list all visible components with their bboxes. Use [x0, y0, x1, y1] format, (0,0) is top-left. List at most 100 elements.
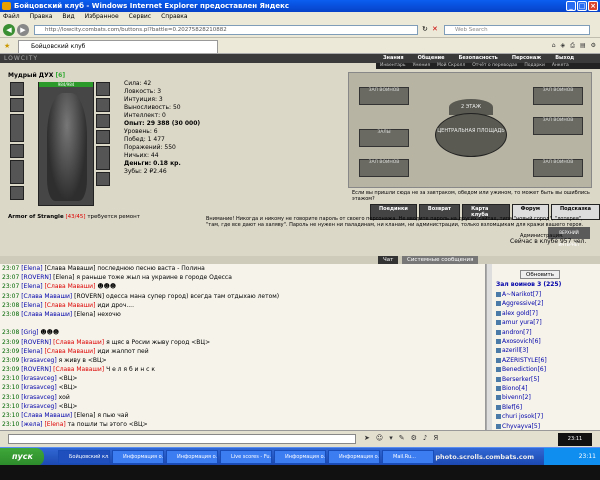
tab-combats[interactable]: Бойцовский клуб	[18, 40, 218, 53]
taskbar-task[interactable]: Mail.Ru...	[382, 450, 434, 464]
roster-item[interactable]: Aggressive[2]	[496, 300, 543, 307]
taskbar-task[interactable]: Информация о...	[166, 450, 218, 464]
menu-view[interactable]: Вид	[62, 12, 74, 22]
map-room-5[interactable]: ЗАЛ ВОИНОВ	[359, 159, 409, 177]
message-recipient[interactable]: [Elena]	[44, 421, 65, 428]
settings-icon[interactable]: ⚙	[411, 434, 417, 442]
private-message-icon[interactable]	[496, 367, 501, 373]
message-author[interactable]: [Elena]	[21, 283, 42, 290]
nav-character[interactable]: Персонаж	[505, 54, 548, 63]
map-room-2[interactable]: ЗАЛ ВОИНОВ	[533, 87, 583, 105]
boots2-slot[interactable]	[96, 172, 110, 186]
subnav-inventory[interactable]: Инвентарь	[380, 63, 406, 69]
print-icon[interactable]: ⎙	[570, 42, 575, 50]
private-message-icon[interactable]	[496, 292, 501, 297]
message-author[interactable]: [ROVERN]	[21, 339, 51, 346]
tab-chat[interactable]: Чат	[378, 256, 399, 264]
message-author[interactable]: [Слава Маваши]	[21, 311, 72, 318]
character-avatar[interactable]: 984/984	[38, 82, 94, 206]
menu-file[interactable]: Файл	[3, 12, 20, 22]
message-recipient[interactable]: [Слава Маваши]	[53, 339, 104, 346]
legs-slot[interactable]	[10, 160, 24, 184]
roster-item[interactable]: azerill[3]	[496, 347, 528, 354]
message-author[interactable]: [krasavceg]	[21, 403, 56, 410]
roster-item[interactable]: AZERISTYLE[6]	[496, 357, 547, 364]
private-message-icon[interactable]	[496, 320, 501, 326]
subnav-skills[interactable]: Умения	[413, 63, 430, 69]
address-field[interactable]: http://lowcity.combats.com/buttons.pl?ba…	[34, 25, 418, 35]
subnav-profile[interactable]: Анкета	[552, 63, 569, 69]
message-author[interactable]: [Elena]	[21, 265, 42, 272]
message-author[interactable]: [Grig]	[21, 329, 38, 336]
roster-item[interactable]: Axosovich[6]	[496, 338, 541, 345]
map-central-square[interactable]: ЦЕНТРАЛЬНАЯ ПЛОЩАДЬ	[435, 113, 507, 157]
send-icon[interactable]: ➤	[364, 434, 370, 442]
message-author[interactable]: [Elena]	[21, 348, 42, 355]
roster-item[interactable]: Berserker[5]	[496, 376, 539, 383]
helmet-slot[interactable]	[10, 82, 24, 96]
nav-exit[interactable]: Выход	[548, 54, 581, 63]
message-recipient[interactable]: [Слава Маваши]	[44, 348, 95, 355]
map-room-3[interactable]: ЗАЛ ВОИНОВ	[533, 117, 583, 135]
amulet-slot[interactable]	[96, 98, 110, 112]
subnav-gifts[interactable]: Подарки	[524, 63, 545, 69]
roster-item[interactable]: Biono[4]	[496, 385, 527, 392]
message-recipient[interactable]: [Слава Маваши]	[44, 302, 95, 309]
menu-help[interactable]: Справка	[161, 12, 187, 22]
armor-slot[interactable]	[10, 114, 24, 142]
gloves-slot[interactable]	[96, 130, 110, 144]
nav-knowledge[interactable]: Знания	[376, 54, 411, 63]
menu-edit[interactable]: Правка	[30, 12, 53, 22]
private-message-icon[interactable]	[496, 301, 501, 307]
private-message-icon[interactable]	[496, 339, 501, 344]
menu-favorites[interactable]: Избранное	[85, 12, 119, 22]
private-message-icon[interactable]	[496, 404, 501, 410]
maximize-button[interactable]: □	[577, 1, 587, 11]
message-author[interactable]: [Слава Маваши]	[21, 293, 72, 300]
filter-icon[interactable]: ▾	[389, 434, 393, 442]
roster-item[interactable]: Benediction[6]	[496, 366, 546, 373]
belt-slot[interactable]	[10, 144, 24, 158]
message-author[interactable]: [krasavceg]	[21, 375, 56, 382]
weapon-slot[interactable]	[10, 98, 24, 112]
message-author[interactable]: [ROVERN]	[21, 366, 51, 373]
taskbar-task[interactable]: Информация о...	[328, 450, 380, 464]
taskbar-task[interactable]: Бойцовский кл...	[58, 450, 110, 464]
private-message-icon[interactable]	[496, 376, 501, 382]
feeds-icon[interactable]: ◈	[561, 42, 566, 50]
taskbar-task[interactable]: Live scores - Fu...	[220, 450, 272, 464]
character-name[interactable]: Мудрый ДУХ [6]	[8, 72, 65, 79]
subnav-transfers[interactable]: Отчёт о переводах	[472, 63, 517, 69]
message-author[interactable]: [krasavceg]	[21, 357, 56, 364]
message-author[interactable]: [krasavceg]	[21, 394, 56, 401]
refresh-roster-button[interactable]: Обновить	[520, 270, 560, 279]
taskbar-task[interactable]: Информация о...	[112, 450, 164, 464]
message-recipient[interactable]: [Слава Маваши]	[53, 366, 104, 373]
map-room-6[interactable]: ЗАЛ ВОИНОВ	[533, 159, 583, 177]
chat-input[interactable]	[8, 434, 356, 444]
nav-communication[interactable]: Общение	[411, 54, 452, 63]
taskbar-task[interactable]: Информация о...	[274, 450, 326, 464]
roster-item[interactable]: Blef[6]	[496, 404, 522, 411]
message-author[interactable]: [жела]	[21, 421, 42, 428]
roster-item[interactable]: amur yura[7]	[496, 319, 542, 326]
forward-icon[interactable]: ▶	[17, 24, 29, 36]
roster-item[interactable]: A~Narikot[7]	[496, 291, 541, 298]
favorites-star-icon[interactable]: ★	[4, 42, 10, 50]
roster-item[interactable]: andron[7]	[496, 329, 532, 336]
map-room-4[interactable]: ЗАЛЫ	[359, 129, 409, 147]
private-message-icon[interactable]	[496, 310, 501, 316]
private-message-icon[interactable]	[496, 348, 501, 354]
menu-tools[interactable]: Сервис	[129, 12, 151, 22]
close-button[interactable]: ×	[588, 1, 598, 11]
tab-system[interactable]: Системные сообщения	[402, 256, 479, 264]
translit-icon[interactable]: Я	[433, 434, 438, 442]
roster-item[interactable]: Chyvayva[5]	[496, 423, 540, 430]
roster-item[interactable]: bivenn[2]	[496, 394, 531, 401]
club-map[interactable]: ЗАЛ ВОИНОВ ЗАЛ ВОИНОВ ЗАЛ ВОИНОВ ЗАЛЫ ЗА…	[348, 72, 592, 188]
nav-security[interactable]: Безопасность	[452, 54, 505, 63]
sound-icon[interactable]: ♪	[423, 434, 427, 442]
private-message-icon[interactable]	[496, 423, 501, 429]
ring-slot[interactable]	[96, 114, 110, 128]
clear-icon[interactable]: ✎	[399, 434, 405, 442]
